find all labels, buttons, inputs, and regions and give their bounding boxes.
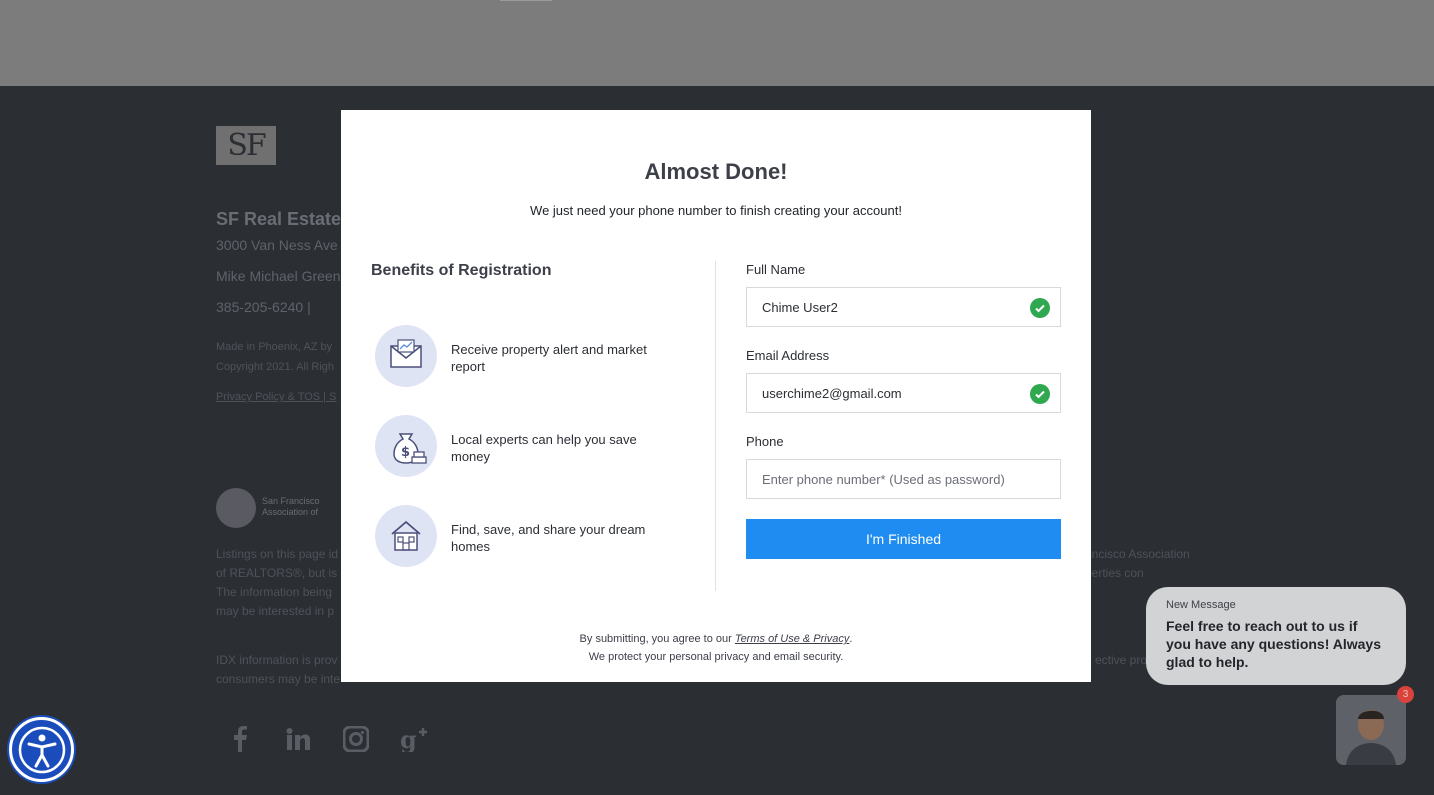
idx-disclaimer: IDX information is prov consumers may be… <box>216 653 341 686</box>
page-top-band <box>0 0 1434 86</box>
linkedin-icon[interactable] <box>283 724 313 754</box>
footer-brand: SF Real Estate <box>216 209 342 229</box>
benefit-item: Receive property alert and market report <box>375 325 675 387</box>
full-name-input[interactable] <box>747 288 1060 326</box>
chat-message-text: Feel free to reach out to us if you have… <box>1166 618 1381 670</box>
accessibility-button[interactable] <box>9 717 74 782</box>
footer-made-in: Made in Phoenix, AZ by <box>216 341 333 353</box>
chat-new-message-label: New Message <box>1166 599 1236 611</box>
privacy-note: We protect your personal privacy and ema… <box>588 651 844 663</box>
chat-message-bubble[interactable]: New Message Feel free to reach out to us… <box>1146 587 1406 685</box>
registration-modal: Almost Done! We just need your phone num… <box>341 110 1091 682</box>
benefit-text: Local experts can help you save money <box>451 432 637 464</box>
top-band-stub <box>500 0 552 1</box>
full-name-field <box>746 287 1061 327</box>
listing-disclaimer-right: ancisco Association perties con <box>1085 547 1190 580</box>
chat-agent-avatar[interactable] <box>1336 695 1406 765</box>
facebook-icon[interactable] <box>225 724 255 754</box>
phone-label: Phone <box>746 434 784 449</box>
terms-link[interactable]: Terms of Use & Privacy <box>735 633 850 645</box>
full-name-label: Full Name <box>746 262 806 277</box>
phone-field <box>746 459 1061 499</box>
svg-text:$: $ <box>401 445 410 460</box>
phone-input[interactable] <box>747 460 1060 498</box>
chat-unread-badge: 3 <box>1397 686 1414 703</box>
footer-links[interactable]: Privacy Policy & TOS | S <box>216 391 336 403</box>
check-icon <box>1030 298 1050 318</box>
modal-subtitle: We just need your phone number to finish… <box>530 203 902 218</box>
footer-logo[interactable]: SF <box>216 126 276 165</box>
envelope-chart-icon <box>375 325 437 387</box>
google-plus-icon[interactable]: g <box>399 724 429 754</box>
terms-agreement: By submitting, you agree to our Terms of… <box>341 633 1091 645</box>
benefit-item: Find, save, and share your dream homes <box>375 505 675 567</box>
association-text: San Francisco Association of <box>262 496 320 517</box>
footer-agent: Mike Michael Green <box>216 268 341 284</box>
check-icon <box>1030 384 1050 404</box>
accessibility-icon <box>18 726 65 773</box>
footer-address: 3000 Van Ness Ave <box>216 237 338 253</box>
benefit-text: Receive property alert and market report <box>451 342 647 374</box>
footer-copyright: Copyright 2021. All Righ <box>216 361 335 373</box>
agree-prefix: By submitting, you agree to our <box>579 633 735 645</box>
agree-suffix: . <box>849 633 853 645</box>
association-logo <box>216 488 256 528</box>
email-field <box>746 373 1061 413</box>
instagram-icon[interactable] <box>341 724 371 754</box>
email-input[interactable] <box>747 374 1060 412</box>
modal-title: Almost Done! <box>644 159 788 184</box>
email-label: Email Address <box>746 348 830 363</box>
benefit-item: $ Local experts can help you save money <box>375 415 675 477</box>
modal-divider <box>715 261 716 591</box>
listing-disclaimer: Listings on this page id of REALTORS®, b… <box>216 547 339 618</box>
svg-text:g: g <box>400 726 417 752</box>
agent-avatar-icon <box>1336 695 1406 765</box>
benefits-title: Benefits of Registration <box>371 262 552 279</box>
footer-phone[interactable]: 385-205-6240 | <box>216 299 311 315</box>
house-icon <box>375 505 437 567</box>
finish-button[interactable]: I'm Finished <box>746 519 1061 559</box>
benefit-text: Find, save, and share your dream homes <box>451 522 646 554</box>
money-bag-icon: $ <box>375 415 437 477</box>
